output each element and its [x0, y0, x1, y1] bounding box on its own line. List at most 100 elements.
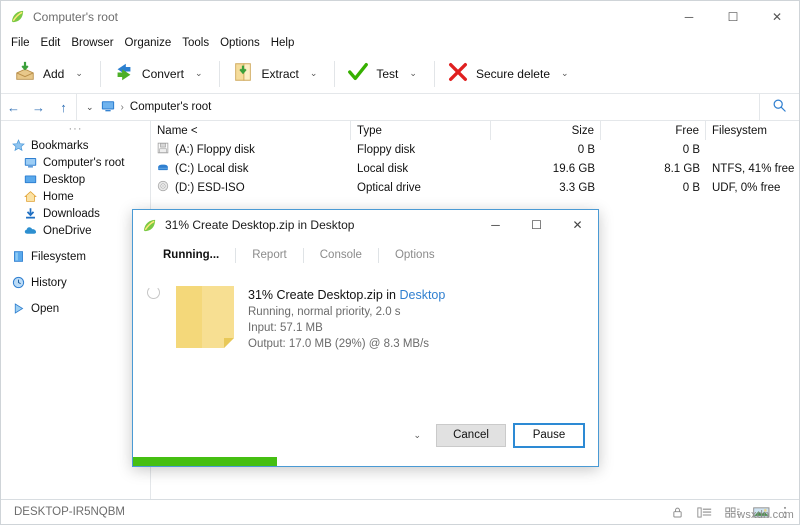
convert-dropdown-caret[interactable]: ⌄ — [189, 64, 209, 83]
close-button[interactable]: ✕ — [755, 1, 799, 32]
maximize-button[interactable]: ☐ — [711, 1, 755, 32]
column-header-size[interactable]: Size — [491, 121, 601, 140]
tiles-view-icon[interactable] — [725, 506, 740, 519]
sidebar-overflow-dots[interactable]: ··· — [1, 123, 150, 137]
menu-organize[interactable]: Organize — [125, 35, 181, 52]
up-button[interactable]: ↑ — [51, 95, 76, 120]
column-header-name[interactable]: Name < — [151, 121, 351, 140]
convert-button[interactable]: Convert — [108, 57, 189, 90]
download-icon — [23, 207, 37, 221]
sidebar-item-computers-root[interactable]: Computer's root — [1, 154, 150, 171]
floppy-icon — [157, 142, 169, 157]
sidebar-item-desktop[interactable]: Desktop — [1, 171, 150, 188]
forward-button[interactable]: → — [26, 95, 51, 120]
sidebar-item-onedrive[interactable]: OneDrive — [1, 222, 150, 239]
toolbar-group-convert: Convert ⌄ — [108, 54, 213, 94]
cancel-button[interactable]: Cancel — [436, 424, 506, 447]
sidebar-item-downloads[interactable]: Downloads — [1, 205, 150, 222]
breadcrumb[interactable]: ⌄ › Computer's root — [76, 94, 759, 121]
breadcrumb-separator: › — [119, 102, 126, 113]
status-bar-icons — [671, 506, 791, 519]
breadcrumb-dropdown-caret[interactable]: ⌄ — [83, 102, 97, 113]
main-toolbar: Add ⌄ Convert ⌄ — [1, 54, 799, 94]
cell-name: (C:) Local disk — [151, 159, 351, 178]
cell-name-label: (A:) Floppy disk — [175, 144, 255, 156]
sidebar-label: Downloads — [43, 208, 100, 220]
thumbnails-view-icon[interactable] — [753, 506, 770, 519]
extract-label: Extract — [261, 67, 298, 81]
search-button[interactable] — [759, 94, 799, 121]
dialog-title: 31% Create Desktop.zip in Desktop — [165, 218, 354, 232]
title-bar: Computer's root ─ ☐ ✕ — [1, 1, 799, 32]
toolbar-group-secure-delete: Secure delete ⌄ — [442, 54, 579, 94]
table-row[interactable]: (C:) Local disk Local disk 19.6 GB 8.1 G… — [151, 159, 799, 178]
red-x-icon — [447, 61, 469, 86]
tab-report[interactable]: Report — [236, 246, 303, 264]
job-destination-link[interactable]: Desktop — [399, 288, 445, 302]
home-icon — [23, 190, 37, 204]
play-icon — [11, 302, 25, 316]
lock-icon[interactable] — [671, 506, 684, 519]
sidebar-label: Open — [31, 303, 59, 315]
minimize-button[interactable]: ─ — [667, 1, 711, 32]
progress-dialog: 31% Create Desktop.zip in Desktop ─ ☐ ✕ … — [132, 209, 599, 467]
drive-icon — [11, 250, 25, 264]
more-options-icon[interactable] — [783, 506, 787, 519]
sidebar-item-history[interactable]: History — [1, 274, 150, 291]
tab-running[interactable]: Running... — [147, 246, 235, 264]
cell-free: 0 B — [601, 178, 706, 197]
extract-button[interactable]: Extract — [227, 57, 303, 90]
table-row[interactable]: (D:) ESD-ISO Optical drive 3.3 GB 0 B UD… — [151, 178, 799, 197]
secure-delete-dropdown-caret[interactable]: ⌄ — [555, 64, 575, 83]
sidebar-item-open[interactable]: Open — [1, 300, 150, 317]
column-header-type[interactable]: Type — [351, 121, 491, 140]
menu-tools[interactable]: Tools — [182, 35, 218, 52]
sidebar-label: Desktop — [43, 174, 85, 186]
sidebar-item-filesystem[interactable]: Filesystem — [1, 248, 150, 265]
test-button[interactable]: Test — [342, 57, 403, 90]
menu-edit[interactable]: Edit — [41, 35, 70, 52]
cloud-icon — [23, 224, 37, 238]
tab-console[interactable]: Console — [304, 246, 378, 264]
folder-icon — [172, 280, 238, 413]
peazip-leaf-icon — [10, 9, 25, 24]
add-dropdown-caret[interactable]: ⌄ — [69, 64, 89, 83]
breadcrumb-path[interactable]: Computer's root — [130, 101, 211, 113]
convert-arrows-icon — [113, 61, 135, 86]
back-button[interactable]: ← — [1, 95, 26, 120]
cell-filesystem: NTFS, 41% free — [706, 159, 800, 178]
column-header-free[interactable]: Free — [601, 121, 706, 140]
progress-bar — [133, 457, 598, 466]
menu-browser[interactable]: Browser — [71, 35, 122, 52]
secure-delete-label: Secure delete — [476, 67, 550, 81]
add-button[interactable]: Add — [9, 57, 69, 90]
extract-dropdown-caret[interactable]: ⌄ — [304, 64, 324, 83]
dialog-maximize-button[interactable]: ☐ — [516, 210, 557, 240]
menu-help[interactable]: Help — [271, 35, 304, 52]
pause-button[interactable]: Pause — [514, 424, 584, 447]
menu-options[interactable]: Options — [220, 35, 269, 52]
sidebar-label: Bookmarks — [31, 140, 89, 152]
column-header-filesystem[interactable]: Filesystem — [706, 121, 800, 140]
cell-free: 8.1 GB — [601, 159, 706, 178]
sidebar-label: Computer's root — [43, 157, 124, 169]
sidebar-item-home[interactable]: Home — [1, 188, 150, 205]
secure-delete-button[interactable]: Secure delete — [442, 57, 555, 90]
test-dropdown-caret[interactable]: ⌄ — [403, 64, 423, 83]
extract-folder-icon — [232, 61, 254, 86]
tab-options[interactable]: Options — [379, 246, 451, 264]
sidebar-label: Home — [43, 191, 74, 203]
table-row[interactable]: (A:) Floppy disk Floppy disk 0 B 0 B — [151, 140, 799, 159]
monitor-icon — [101, 99, 115, 116]
toolbar-group-extract: Extract ⌄ — [227, 54, 327, 94]
dialog-minimize-button[interactable]: ─ — [475, 210, 516, 240]
footer-dropdown-caret[interactable]: ⌄ — [406, 427, 428, 444]
dialog-close-button[interactable]: ✕ — [557, 210, 598, 240]
sidebar-item-bookmarks[interactable]: Bookmarks — [1, 137, 150, 154]
job-title: 31% Create Desktop.zip in Desktop — [248, 288, 445, 302]
menu-file[interactable]: File — [11, 35, 39, 52]
cell-type: Optical drive — [351, 178, 491, 197]
spinner-icon — [147, 286, 160, 299]
window-controls: ─ ☐ ✕ — [667, 1, 799, 32]
details-view-icon[interactable] — [697, 506, 712, 519]
